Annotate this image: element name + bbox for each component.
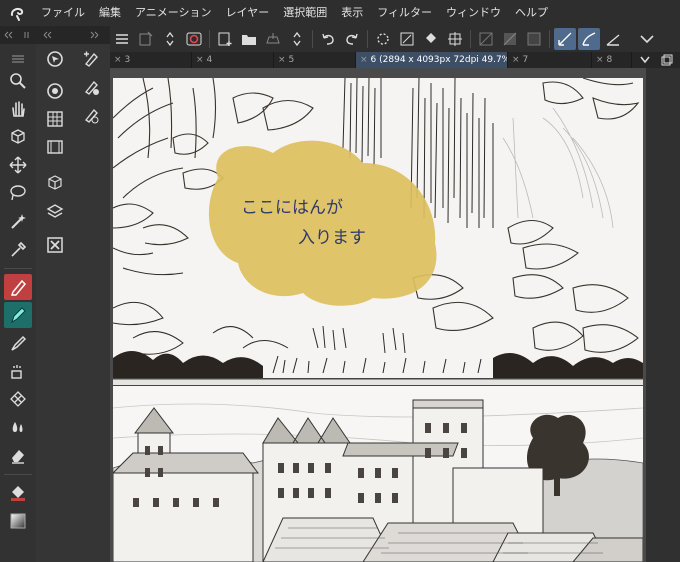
window-icon[interactable]: [658, 52, 676, 68]
snap-curve-icon[interactable]: [578, 28, 600, 50]
menu-layer[interactable]: レイヤー: [219, 0, 277, 26]
clear-icon[interactable]: [396, 28, 418, 50]
transform-icon[interactable]: [444, 28, 466, 50]
close-icon[interactable]: ×: [278, 55, 286, 65]
animation-timeline-icon[interactable]: [44, 136, 66, 158]
lasso-select-icon[interactable]: [4, 180, 32, 206]
menu-window[interactable]: ウィンドウ: [439, 0, 508, 26]
menu-file[interactable]: ファイル: [34, 0, 92, 26]
snap-grid-icon[interactable]: [602, 28, 624, 50]
snap-ruler-icon[interactable]: [554, 28, 576, 50]
ruler-off-icon[interactable]: [475, 28, 497, 50]
subtool-header[interactable]: [36, 26, 110, 44]
up-down-icon[interactable]: [159, 28, 181, 50]
add-pen-icon[interactable]: [80, 48, 102, 70]
manga-page-artwork[interactable]: ここにはんが 入ります: [113, 78, 643, 562]
undo-icon[interactable]: [317, 28, 339, 50]
canvas-tab[interactable]: × 8: [592, 52, 632, 68]
new-canvas-icon[interactable]: [135, 28, 157, 50]
tab-list-chevron-icon[interactable]: [636, 52, 654, 68]
menu-edit[interactable]: 編集: [92, 0, 128, 26]
open-folder-icon[interactable]: [238, 28, 260, 50]
record-icon[interactable]: [183, 28, 205, 50]
pen-refresh-icon[interactable]: [80, 104, 102, 126]
fill-tool-icon[interactable]: [4, 480, 32, 506]
menu-help[interactable]: ヘルプ: [508, 0, 555, 26]
brush-tool-icon[interactable]: [4, 330, 32, 356]
gradient-tool-icon[interactable]: [4, 508, 32, 534]
placeholder-text-line1: ここにはんが: [241, 198, 343, 218]
toolbox-header[interactable]: [0, 26, 36, 44]
clip-studio-logo-icon[interactable]: [0, 0, 34, 26]
pen-tool-icon[interactable]: [4, 274, 32, 300]
chevron-down-icon[interactable]: [636, 28, 658, 50]
redo-icon[interactable]: [341, 28, 363, 50]
magic-wand-icon[interactable]: [4, 208, 32, 234]
object-select-icon[interactable]: [4, 124, 32, 150]
menu-selection[interactable]: 選択範囲: [276, 0, 334, 26]
pen-settings-icon[interactable]: [80, 76, 102, 98]
move-layer-icon[interactable]: [4, 152, 32, 178]
canvas-tab[interactable]: × 7: [508, 52, 592, 68]
arrows-up-down-icon[interactable]: [286, 28, 308, 50]
loading-icon[interactable]: [372, 28, 394, 50]
pencil-tool-icon[interactable]: [4, 302, 32, 328]
menu-view[interactable]: 表示: [334, 0, 370, 26]
layer-property-icon[interactable]: [44, 80, 66, 102]
grid-icon[interactable]: [523, 28, 545, 50]
command-bar: [110, 26, 680, 52]
blend-tool-icon[interactable]: [4, 414, 32, 440]
subtool-palette: [36, 44, 110, 562]
zoom-tool-icon[interactable]: [4, 68, 32, 94]
canvas-tab[interactable]: × 5: [274, 52, 356, 68]
layer-stack-icon[interactable]: [44, 200, 66, 222]
close-layer-icon[interactable]: [44, 234, 66, 256]
menu-filter[interactable]: フィルター: [370, 0, 439, 26]
canvas-area[interactable]: ここにはんが 入ります: [110, 68, 646, 562]
close-icon[interactable]: ×: [512, 55, 520, 65]
tool-palette: [0, 44, 36, 562]
new-file-icon[interactable]: [214, 28, 236, 50]
canvas-tab-bar: × 3 × 4 × 5 × 6 (2894 x 4093px 72dpi 49.7%) …: [110, 52, 680, 68]
save-icon[interactable]: [262, 28, 284, 50]
material-icon[interactable]: [44, 108, 66, 130]
close-icon[interactable]: ×: [196, 55, 204, 65]
close-icon[interactable]: ×: [114, 55, 122, 65]
close-icon[interactable]: ×: [596, 55, 604, 65]
fill-bucket-icon[interactable]: [420, 28, 442, 50]
eraser-tool-icon[interactable]: [4, 442, 32, 468]
menu-bar: ファイル 編集 アニメーション レイヤー 選択範囲 表示 フィルター ウィンドウ…: [0, 0, 680, 26]
decoration-tool-icon[interactable]: [4, 386, 32, 412]
hand-tool-icon[interactable]: [4, 96, 32, 122]
placeholder-text-line2: 入ります: [298, 228, 366, 248]
perspective-icon[interactable]: [499, 28, 521, 50]
3d-layer-icon[interactable]: [44, 172, 66, 194]
canvas-tab[interactable]: × 4: [192, 52, 274, 68]
close-icon[interactable]: ×: [360, 55, 368, 65]
canvas-tab[interactable]: × 3: [110, 52, 192, 68]
hamburger-menu-icon[interactable]: [111, 28, 133, 50]
airbrush-tool-icon[interactable]: [4, 358, 32, 384]
navigator-icon[interactable]: [44, 48, 66, 70]
eyedropper-icon[interactable]: [4, 236, 32, 262]
canvas-tab-active[interactable]: × 6 (2894 x 4093px 72dpi 49.7%): [356, 52, 508, 68]
menu-animation[interactable]: アニメーション: [128, 0, 219, 26]
right-panel-strip: [646, 68, 680, 562]
